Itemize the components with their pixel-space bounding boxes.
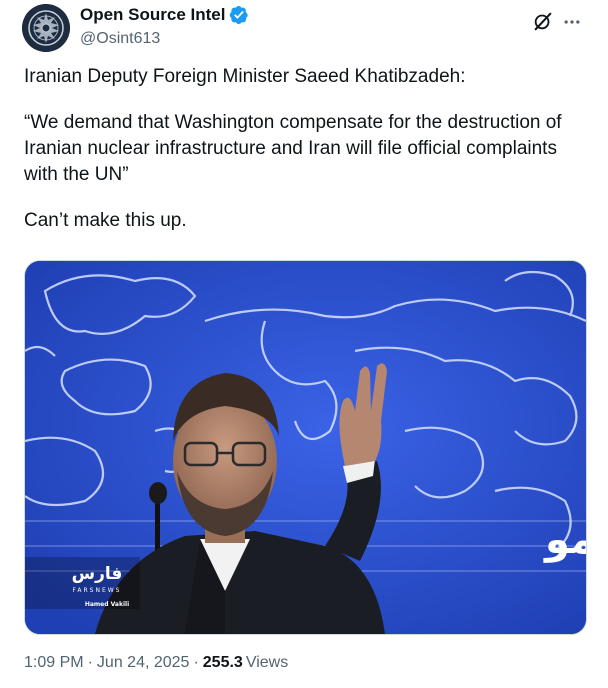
backdrop-text: وزارت امو bbox=[543, 517, 586, 563]
views-count: 255.3 bbox=[202, 654, 243, 671]
tweet: Open Source Intel @Osint613 Iranian Depu… bbox=[0, 0, 608, 688]
tweet-photo[interactable]: وزارت امو bbox=[24, 260, 587, 635]
views-label: Views bbox=[245, 654, 289, 671]
tweet-paragraph: Iranian Deputy Foreign Minister Saeed Kh… bbox=[24, 66, 466, 87]
author-handle[interactable]: @Osint613 bbox=[80, 30, 160, 48]
tweet-meta: 1:09 PM · Jun 24, 2025 · 255.3 Views bbox=[24, 654, 288, 672]
tweet-text: Iranian Deputy Foreign Minister Saeed Kh… bbox=[24, 64, 584, 254]
tweet-time[interactable]: 1:09 PM bbox=[24, 654, 84, 672]
author-name-row: Open Source Intel bbox=[80, 5, 249, 25]
tweet-paragraph: Can’t make this up. bbox=[24, 210, 187, 231]
fars-watermark: فارس FARSNEWS Hamed Vakili bbox=[25, 557, 140, 609]
meta-separator: · bbox=[87, 654, 93, 671]
watermark-brand: فارس bbox=[72, 564, 123, 584]
tweet-paragraph: “We demand that Washington compensate fo… bbox=[24, 112, 562, 185]
grok-icon[interactable] bbox=[532, 10, 554, 32]
avatar[interactable] bbox=[22, 4, 70, 52]
more-icon[interactable] bbox=[562, 12, 582, 32]
press-conference-photo: وزارت امو bbox=[25, 261, 586, 634]
tweet-date[interactable]: Jun 24, 2025 bbox=[97, 654, 190, 672]
meta-separator: · bbox=[193, 654, 199, 671]
author-display-name[interactable]: Open Source Intel bbox=[80, 5, 225, 25]
watermark-sub: FARSNEWS bbox=[72, 587, 121, 594]
verified-badge-icon[interactable] bbox=[229, 5, 249, 25]
avatar-emblem-icon bbox=[22, 4, 70, 52]
photographer-credit: Hamed Vakili bbox=[85, 601, 129, 608]
